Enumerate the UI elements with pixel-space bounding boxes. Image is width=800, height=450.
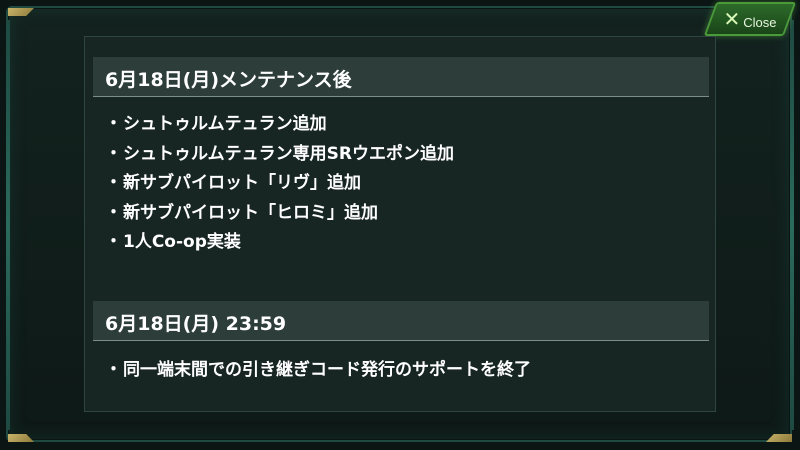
bullet: ・ xyxy=(105,173,122,194)
list-item: ・シュトゥルムテュラン専用SRウエポン追加 xyxy=(105,137,454,167)
news-panel: 6月18日(月)メンテナンス後 ・シュトゥルムテュラン追加 ・シュトゥルムテュラ… xyxy=(84,36,716,412)
bullet: ・ xyxy=(105,143,122,164)
list-item: ・同一端末間での引き継ぎコード発行のサポートを終了 xyxy=(105,353,531,383)
section-header-maintenance: 6月18日(月)メンテナンス後 xyxy=(93,57,709,97)
section-header-support-end: 6月18日(月) 23:59 xyxy=(93,301,709,341)
list-item-text: 1人Co-op実装 xyxy=(123,232,241,253)
list-item: ・新サブパイロット「ヒロミ」追加 xyxy=(105,196,454,226)
list-item: ・ 1人Co-op実装 xyxy=(105,225,454,255)
close-button[interactable]: ✕ Close xyxy=(703,2,797,36)
section-list-maintenance: ・シュトゥルムテュラン追加 ・シュトゥルムテュラン専用SRウエポン追加 ・新サブ… xyxy=(105,107,454,255)
section-list-support-end: ・同一端末間での引き継ぎコード発行のサポートを終了 xyxy=(105,353,531,383)
bullet: ・ xyxy=(105,232,122,253)
right-rail-decoration xyxy=(790,20,794,430)
close-x-icon: ✕ xyxy=(723,7,741,31)
bullet: ・ xyxy=(105,202,122,223)
list-item-text: 同一端末間での引き継ぎコード発行のサポートを終了 xyxy=(123,360,531,381)
list-item-text: 新サブパイロット「ヒロミ」追加 xyxy=(123,202,378,223)
list-item-text: シュトゥルムテュラン追加 xyxy=(123,114,327,135)
close-button-label: Close xyxy=(743,14,777,30)
list-item: ・新サブパイロット「リヴ」追加 xyxy=(105,166,454,196)
list-item-text: シュトゥルムテュラン専用SRウエポン追加 xyxy=(123,143,454,164)
section-title: 6月18日(月) 23:59 xyxy=(105,313,287,335)
left-rail-decoration xyxy=(6,20,10,430)
list-item-text: 新サブパイロット「リヴ」追加 xyxy=(123,173,361,194)
list-item: ・シュトゥルムテュラン追加 xyxy=(105,107,454,137)
bullet: ・ xyxy=(105,360,122,381)
section-title: 6月18日(月)メンテナンス後 xyxy=(105,69,352,91)
bullet: ・ xyxy=(105,114,122,135)
